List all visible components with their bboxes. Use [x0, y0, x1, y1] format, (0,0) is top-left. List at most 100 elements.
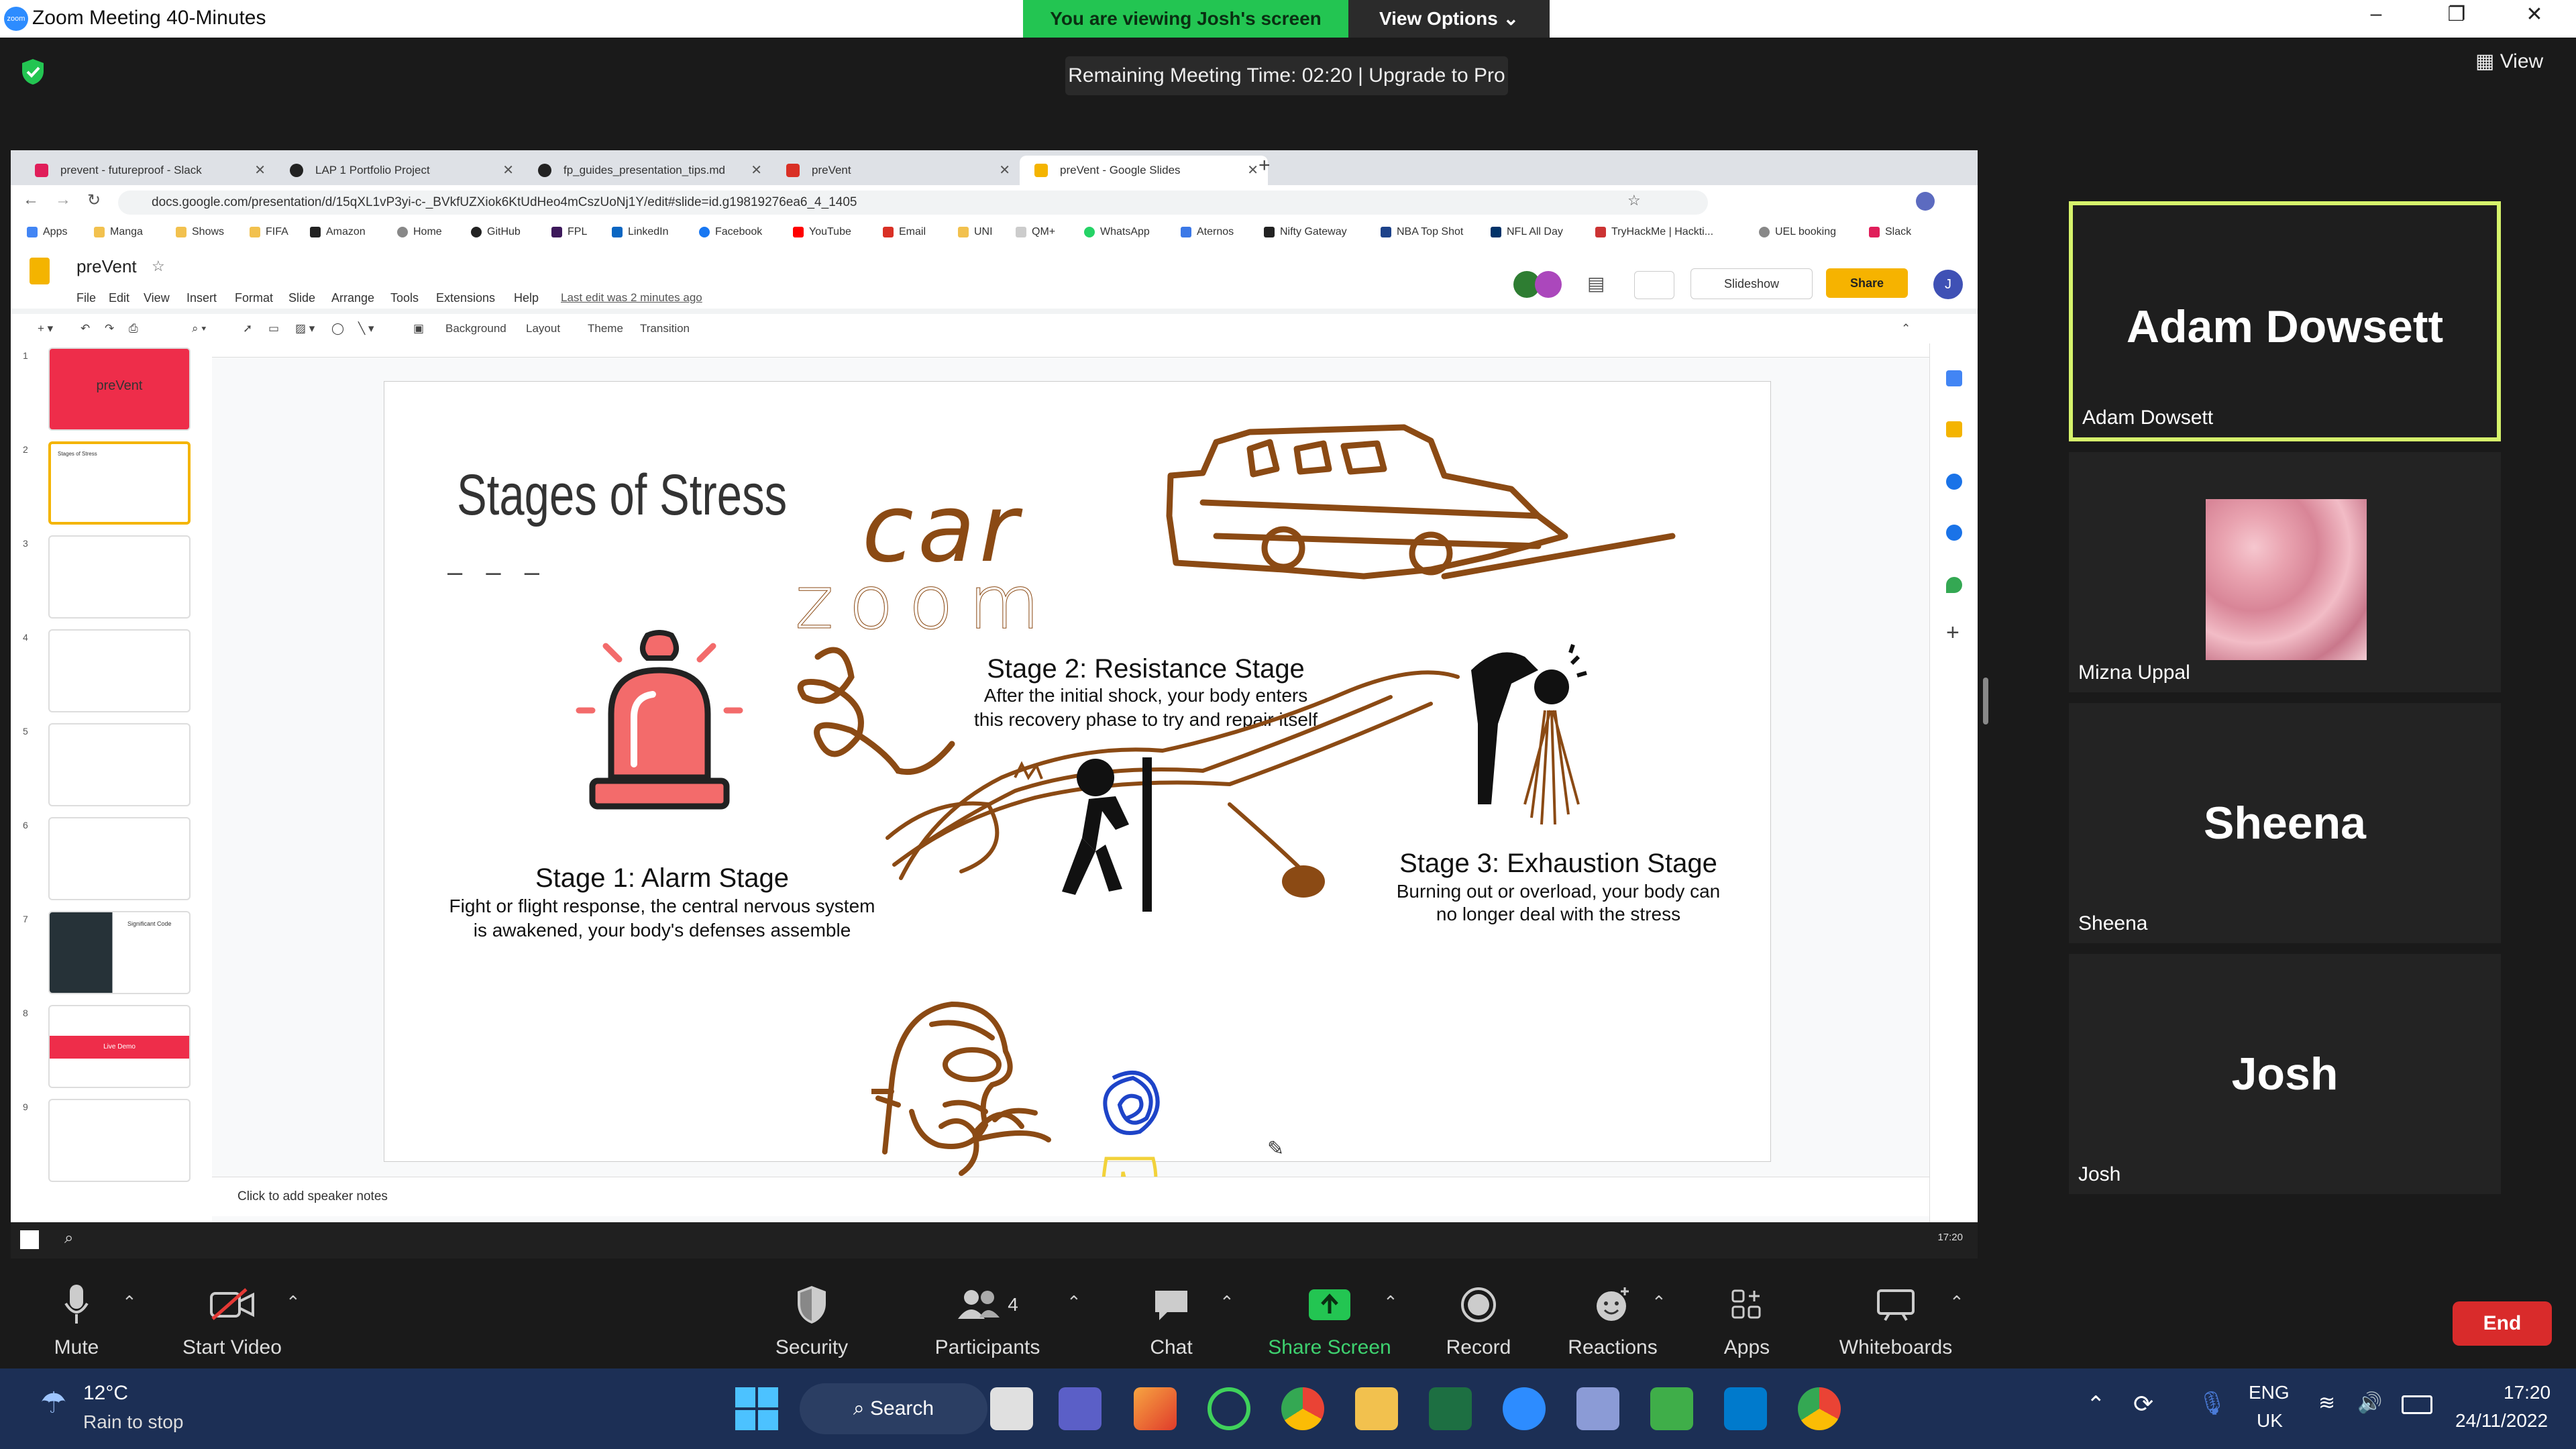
view-options-button[interactable]: View Options ⌄: [1348, 0, 1550, 38]
bookmark-item[interactable]: Shows: [176, 219, 224, 246]
last-edit-link[interactable]: Last edit was 2 minutes ago: [561, 291, 702, 305]
bookmark-item[interactable]: NFL All Day: [1491, 219, 1563, 246]
url-field[interactable]: docs.google.com/presentation/d/15qXL1vP3…: [118, 191, 1708, 215]
slides-logo-icon[interactable]: [30, 258, 50, 284]
menu-edit[interactable]: Edit: [109, 291, 129, 305]
minimize-button[interactable]: –: [2356, 3, 2396, 25]
close-button[interactable]: ✕: [2514, 3, 2555, 26]
bookmark-item[interactable]: NBA Top Shot: [1381, 219, 1463, 246]
companion-app-icon[interactable]: [1576, 1387, 1619, 1430]
undo-icon[interactable]: ↶: [80, 314, 90, 343]
bookmark-item[interactable]: Email: [883, 219, 926, 246]
volume-icon[interactable]: 🔊: [2357, 1391, 2382, 1415]
menu-help[interactable]: Help: [514, 291, 539, 305]
excel-icon[interactable]: [1429, 1387, 1472, 1430]
slide-thumbnail[interactable]: [48, 535, 191, 619]
search-icon[interactable]: ⌕: [64, 1229, 73, 1248]
participant-tile-active-speaker[interactable]: Adam Dowsett Adam Dowsett: [2069, 201, 2501, 441]
menu-extensions[interactable]: Extensions: [436, 291, 495, 305]
share-button[interactable]: Share: [1826, 268, 1908, 298]
participants-caret-icon[interactable]: ⌃: [1067, 1292, 1081, 1313]
participant-tile[interactable]: Sheena Sheena: [2069, 703, 2501, 943]
battery-icon[interactable]: [2402, 1395, 2432, 1414]
bookmark-item[interactable]: Facebook: [699, 219, 762, 246]
bookmark-star-icon[interactable]: ☆: [1627, 192, 1641, 209]
shape-icon[interactable]: ◯: [331, 314, 344, 343]
participant-tile[interactable]: Mizna Uppal: [2069, 452, 2501, 692]
chrome-profile-icon[interactable]: [1798, 1387, 1841, 1430]
slide-thumbnail[interactable]: Significant Code: [48, 911, 191, 994]
system-date[interactable]: 24/11/2022: [2455, 1410, 2548, 1432]
vscode-icon[interactable]: [1724, 1387, 1767, 1430]
slide-thumbnail[interactable]: Live Demo: [48, 1005, 191, 1088]
comments-icon[interactable]: ▤: [1587, 272, 1605, 294]
keyboard-layout[interactable]: UK: [2257, 1410, 2283, 1432]
encryption-shield-icon[interactable]: [20, 58, 46, 86]
tray-overflow-icon[interactable]: ⌃: [2086, 1391, 2106, 1418]
bookmark-item[interactable]: Amazon: [310, 219, 366, 246]
start-icon[interactable]: [20, 1230, 39, 1249]
share-caret-icon[interactable]: ⌃: [1383, 1292, 1398, 1313]
bookmark-item[interactable]: GitHub: [471, 219, 521, 246]
menu-arrange[interactable]: Arrange: [331, 291, 374, 305]
participants-button[interactable]: 4 Participants: [907, 1281, 1068, 1359]
collapse-toolbar-icon[interactable]: ⌃: [1901, 314, 1911, 343]
slide-thumbnail[interactable]: [48, 629, 191, 712]
user-avatar[interactable]: J: [1933, 270, 1963, 299]
tasks-icon[interactable]: [1946, 474, 1962, 490]
line-icon[interactable]: ╲ ▾: [358, 314, 374, 343]
print-icon[interactable]: ⎙: [129, 314, 138, 343]
image-icon[interactable]: ▨ ▾: [295, 314, 315, 343]
chat-caret-icon[interactable]: ⌃: [1220, 1292, 1234, 1313]
reload-icon[interactable]: ↻: [87, 191, 101, 210]
slide-thumbnail[interactable]: preVent: [48, 347, 191, 431]
weather-description[interactable]: Rain to stop: [83, 1411, 183, 1433]
profile-avatar[interactable]: [1916, 192, 1935, 211]
close-tab-icon[interactable]: ✕: [254, 156, 266, 185]
menu-view[interactable]: View: [144, 291, 170, 305]
calendar-icon[interactable]: [1946, 370, 1962, 386]
bookmark-item[interactable]: LinkedIn: [612, 219, 669, 246]
new-tab-icon[interactable]: +: [1258, 154, 1271, 177]
system-time[interactable]: 17:20: [2504, 1382, 2551, 1403]
bookmark-item[interactable]: TryHackMe | Hackti...: [1595, 219, 1713, 246]
menu-tools[interactable]: Tools: [390, 291, 419, 305]
slideshow-button[interactable]: Slideshow: [1690, 268, 1813, 299]
browser-tab[interactable]: fp_guides_presentation_tips.md ✕: [523, 156, 771, 185]
end-meeting-button[interactable]: End: [2453, 1301, 2552, 1346]
star-icon[interactable]: ☆: [152, 258, 165, 275]
view-layout-button[interactable]: ▦ View: [2475, 50, 2543, 73]
bookmark-item[interactable]: YouTube: [793, 219, 851, 246]
qt-icon[interactable]: [1650, 1387, 1693, 1430]
add-slide-icon[interactable]: + ▾: [38, 314, 53, 343]
participant-tile[interactable]: Josh Josh: [2069, 954, 2501, 1194]
bookmark-item[interactable]: FPL: [551, 219, 587, 246]
bookmark-item[interactable]: QM+: [1016, 219, 1055, 246]
remaining-time-banner[interactable]: Remaining Meeting Time: 02:20 | Upgrade …: [1065, 56, 1508, 95]
windows-start-icon[interactable]: [735, 1387, 778, 1430]
close-tab-icon[interactable]: ✕: [751, 156, 762, 185]
task-view-icon[interactable]: [990, 1387, 1033, 1430]
slide-thumbnail[interactable]: [48, 1099, 191, 1182]
security-button[interactable]: Security: [731, 1281, 892, 1359]
slide-thumbnail[interactable]: [48, 723, 191, 806]
browser-tab[interactable]: LAP 1 Portfolio Project ✕: [275, 156, 523, 185]
comment-add-icon[interactable]: ▣: [413, 314, 424, 343]
menu-slide[interactable]: Slide: [288, 291, 315, 305]
select-icon[interactable]: ➚: [243, 314, 252, 343]
meet-icon[interactable]: [1634, 271, 1674, 299]
back-icon[interactable]: ←: [23, 191, 39, 209]
keep-icon[interactable]: [1946, 421, 1962, 437]
collaborator-avatar[interactable]: [1535, 271, 1562, 298]
textbox-icon[interactable]: ▭: [268, 314, 279, 343]
mic-tray-icon[interactable]: 🎙: [2198, 1390, 2226, 1417]
bookmark-item[interactable]: Nifty Gateway: [1264, 219, 1347, 246]
whiteboards-caret-icon[interactable]: ⌃: [1949, 1292, 1964, 1313]
matlab-icon[interactable]: [1134, 1387, 1177, 1430]
panel-resize-handle[interactable]: [1983, 678, 1988, 724]
audio-options-caret-icon[interactable]: ⌃: [122, 1292, 137, 1313]
bookmark-item[interactable]: Home: [397, 219, 442, 246]
layout-button[interactable]: Layout: [526, 314, 560, 343]
menu-file[interactable]: File: [76, 291, 96, 305]
video-options-caret-icon[interactable]: ⌃: [286, 1292, 301, 1313]
